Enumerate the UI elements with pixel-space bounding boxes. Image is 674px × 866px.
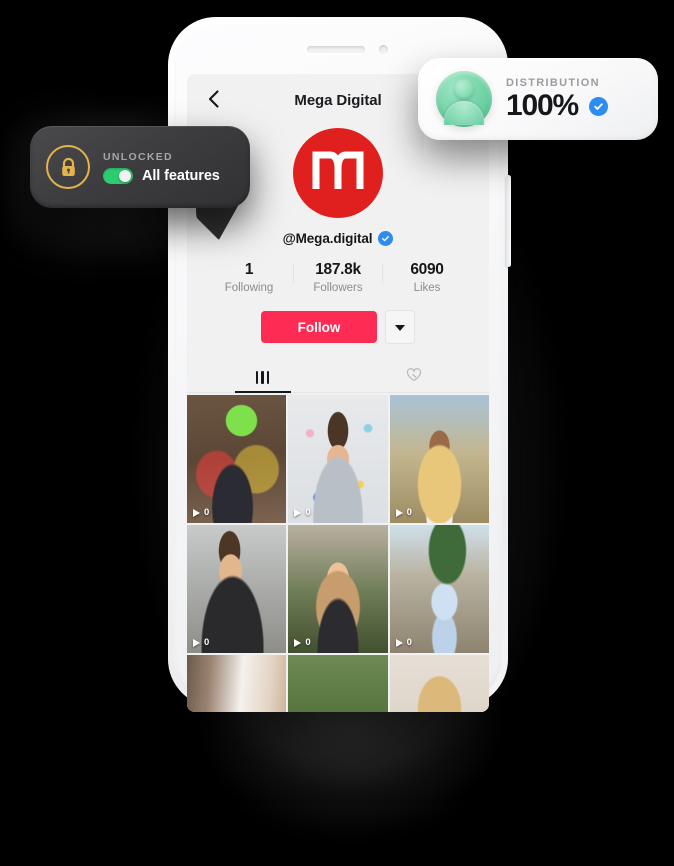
- play-count: 0: [193, 507, 209, 518]
- avatar[interactable]: [293, 128, 383, 218]
- stat-value: 187.8k: [315, 261, 361, 278]
- profile-tabs: [187, 362, 489, 393]
- thumbnail: [187, 655, 287, 712]
- play-icon: [294, 508, 302, 517]
- grid-item[interactable]: 0: [288, 525, 388, 653]
- stat-following[interactable]: 1 Following: [205, 261, 293, 294]
- play-icon: [193, 638, 200, 647]
- action-row: Follow: [187, 310, 489, 344]
- play-count: 0: [294, 637, 311, 648]
- play-icon: [193, 508, 200, 517]
- handle-row: @Mega.digital: [187, 231, 489, 246]
- tab-videos[interactable]: [187, 362, 338, 393]
- page-title: Mega Digital: [294, 91, 382, 109]
- stats-row: 1 Following 187.8k Followers 6090 Likes: [187, 261, 489, 294]
- unlocked-card-content: UNLOCKED All features: [103, 151, 220, 184]
- play-icon: [294, 638, 302, 647]
- scene: Mega Digital @Mega.digital 1 Following 1…: [0, 0, 674, 866]
- back-button[interactable]: [201, 87, 225, 111]
- heart-slash-icon: [406, 367, 422, 387]
- distribution-title: DISTRIBUTION: [506, 77, 600, 89]
- phone-side-button[interactable]: [506, 175, 511, 267]
- toggle-knob: [119, 169, 131, 182]
- all-features-label: All features: [142, 167, 220, 184]
- grid-item[interactable]: 0: [389, 395, 489, 523]
- grid-bars-icon: [255, 370, 270, 384]
- mega-logo-icon: [312, 149, 364, 198]
- play-icon: [395, 508, 403, 517]
- distribution-card-content: DISTRIBUTION 100%: [506, 77, 608, 121]
- play-count: 0: [294, 507, 311, 518]
- grid-item[interactable]: 0: [288, 395, 388, 523]
- lock-icon: [46, 145, 90, 189]
- play-count: 0: [193, 637, 209, 648]
- person-icon: [436, 71, 492, 127]
- follow-button[interactable]: Follow: [261, 311, 377, 343]
- unlocked-feature-row: All features: [103, 167, 220, 184]
- verified-check-icon: [378, 231, 394, 246]
- grid-item[interactable]: [288, 655, 388, 712]
- stat-followers[interactable]: 187.8k Followers: [294, 261, 382, 294]
- thumbnail-subject: [187, 395, 287, 523]
- person-icon-body: [444, 101, 484, 125]
- play-count: 0: [395, 507, 412, 518]
- stat-likes[interactable]: 6090 Likes: [383, 261, 471, 294]
- distribution-card: DISTRIBUTION 100%: [418, 58, 658, 140]
- distribution-value: 100%: [506, 89, 579, 122]
- thumbnail: [288, 655, 388, 712]
- play-icon: [395, 638, 403, 647]
- video-grid: 0 0 0 0 0 0: [187, 395, 489, 712]
- stat-label: Followers: [313, 282, 363, 294]
- grid-item[interactable]: [389, 655, 489, 712]
- more-options-button[interactable]: [385, 310, 415, 344]
- person-icon-head: [454, 79, 474, 99]
- stat-value: 6090: [410, 261, 444, 278]
- stat-label: Likes: [413, 282, 441, 294]
- unlocked-title: UNLOCKED: [103, 150, 173, 163]
- chevron-left-icon: [208, 90, 219, 108]
- profile-handle: @Mega.digital: [282, 231, 373, 246]
- verified-check-icon: [588, 96, 608, 116]
- tab-liked[interactable]: [338, 362, 489, 392]
- unlocked-card: UNLOCKED All features: [30, 126, 250, 208]
- stat-label: Following: [224, 282, 274, 294]
- grid-item[interactable]: 0: [187, 525, 287, 653]
- chevron-down-icon: [395, 318, 405, 336]
- thumbnail: [389, 655, 489, 712]
- grid-item[interactable]: 0: [187, 395, 287, 523]
- grid-item[interactable]: 0: [389, 525, 489, 653]
- stat-value: 1: [244, 261, 254, 278]
- distribution-value-row: 100%: [506, 91, 608, 121]
- all-features-toggle[interactable]: [103, 167, 133, 184]
- thumbnail-subject: [389, 525, 489, 653]
- play-count: 0: [395, 637, 412, 648]
- phone-camera: [379, 45, 388, 54]
- thumbnail-subject: [389, 395, 489, 523]
- phone-speaker: [307, 46, 365, 53]
- thumbnail-subject: [288, 525, 388, 653]
- grid-item[interactable]: [187, 655, 287, 712]
- thumbnail-subject: [288, 395, 388, 523]
- thumbnail-subject: [187, 525, 287, 653]
